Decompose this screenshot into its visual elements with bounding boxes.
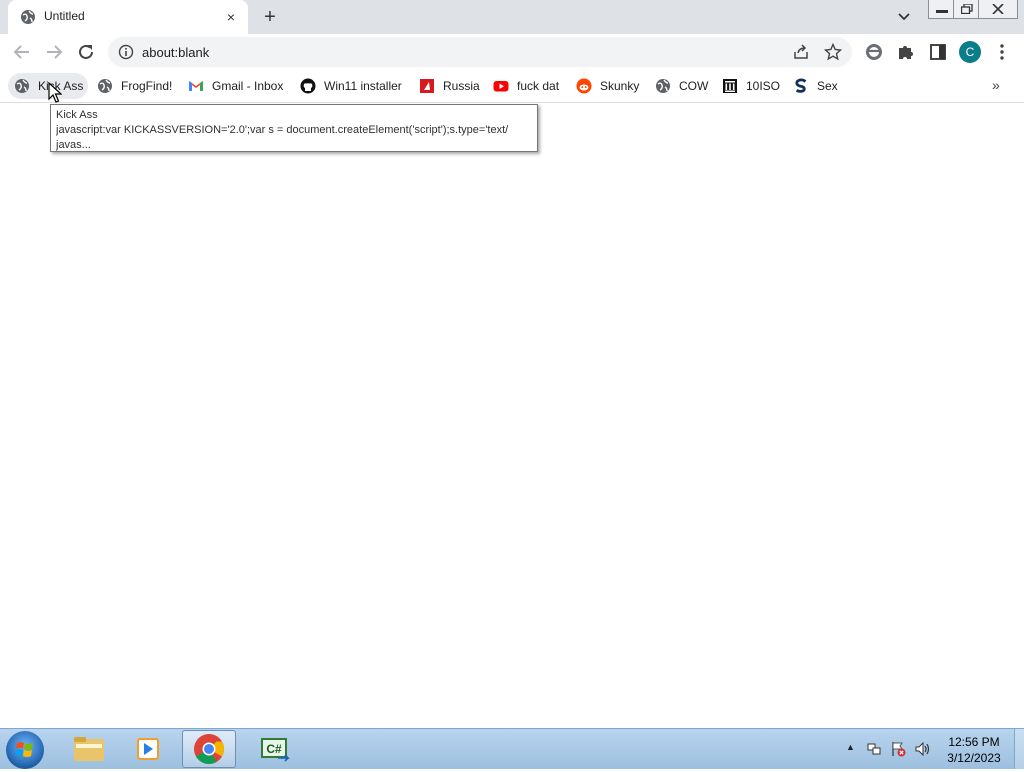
extension-face-icon[interactable] (864, 42, 884, 62)
extensions-puzzle-icon[interactable] (896, 42, 916, 62)
volume-icon[interactable] (914, 741, 930, 757)
info-icon[interactable] (118, 44, 134, 60)
bookmark-frogfind[interactable]: FrogFind! (91, 73, 177, 99)
bookmark-star-icon[interactable] (824, 43, 842, 61)
globe-icon (656, 79, 670, 93)
bookmark-fuck-dat[interactable]: fuck dat (487, 73, 567, 99)
building-icon (723, 79, 737, 93)
address-bar[interactable]: about:blank (108, 37, 852, 67)
network-icon[interactable] (866, 741, 882, 757)
folder-icon (74, 737, 104, 761)
close-window-button[interactable] (978, 0, 1018, 19)
taskbar-file-explorer[interactable] (62, 730, 116, 768)
restore-icon (961, 4, 973, 14)
share-icon[interactable] (792, 43, 810, 61)
taskbar: C# ▲ 12:56 PM 3/12/2023 (0, 728, 1024, 769)
bookmark-label: Russia (443, 79, 480, 93)
bookmark-label: COW (679, 79, 709, 93)
bookmark-gmail-inbox[interactable]: Gmail - Inbox (182, 73, 290, 99)
taskbar-clock[interactable]: 12:56 PM 3/12/2023 (938, 734, 1010, 766)
globe-icon (21, 10, 35, 24)
minimize-icon (936, 10, 948, 13)
side-panel-icon[interactable] (928, 42, 948, 62)
bookmark-skunky[interactable]: Skunky (570, 73, 646, 99)
bookmark-label: Win11 installer (324, 79, 402, 93)
bookmark-win11-installer[interactable]: Win11 installer (294, 73, 410, 99)
tab-strip: Untitled × + (0, 0, 1024, 34)
start-button[interactable] (6, 731, 44, 769)
tab-title: Untitled (44, 9, 85, 23)
tray-overflow-button[interactable]: ▲ (846, 742, 855, 752)
bookmarks-bar: Kick Ass FrogFind! Gmail - Inbox Win11 i… (0, 70, 1024, 103)
back-icon[interactable] (10, 40, 34, 64)
github-icon (300, 78, 316, 94)
clock-date: 3/12/2023 (947, 751, 1001, 765)
bookmark-10iso[interactable]: 10ISO (716, 73, 784, 99)
chrome-icon (194, 734, 225, 765)
mouse-cursor-icon (48, 82, 62, 103)
close-icon (992, 4, 1004, 14)
reload-icon[interactable] (74, 40, 98, 64)
svg-text:C#: C# (266, 742, 282, 756)
page-content[interactable] (0, 103, 1024, 728)
toolbar: about:blank C (0, 34, 1024, 70)
tab-search-chevron-icon[interactable] (894, 8, 914, 26)
bookmarks-overflow-button[interactable]: » (992, 77, 1000, 93)
tab-close-button[interactable]: × (222, 8, 240, 26)
globe-icon (98, 79, 112, 93)
restore-button[interactable] (953, 0, 981, 19)
forward-icon[interactable] (42, 40, 66, 64)
s-logo-icon (795, 78, 807, 93)
taskbar-media-player[interactable] (122, 730, 176, 768)
gmail-icon (189, 81, 203, 91)
bookmark-label: Gmail - Inbox (212, 79, 284, 93)
more-menu-icon[interactable] (996, 42, 1008, 62)
profile-avatar[interactable]: C (959, 41, 981, 63)
new-tab-button[interactable]: + (258, 6, 282, 28)
media-player-icon (137, 738, 159, 760)
csharp-icon: C# (261, 738, 290, 762)
youtube-icon (493, 81, 509, 92)
bookmark-sex[interactable]: Sex (787, 73, 843, 99)
windows-logo-icon (15, 742, 33, 757)
clock-time: 12:56 PM (948, 735, 1000, 749)
taskbar-chrome[interactable] (182, 730, 236, 768)
action-center-flag-icon[interactable] (890, 741, 906, 757)
bookmark-cow[interactable]: COW (649, 73, 713, 99)
red-square-icon (420, 79, 434, 93)
bookmark-label: Skunky (600, 79, 640, 93)
bookmark-label: fuck dat (517, 79, 560, 93)
bookmark-russia[interactable]: Russia (413, 73, 483, 99)
minimize-button[interactable] (928, 0, 956, 19)
show-desktop-button[interactable] (1014, 729, 1024, 769)
bookmark-label: Sex (817, 79, 838, 93)
reddit-icon (576, 78, 592, 94)
globe-icon (15, 79, 29, 93)
taskbar-csharp-ide[interactable]: C# (248, 730, 302, 768)
bookmark-label: FrogFind! (121, 79, 173, 93)
url-text[interactable]: about:blank (142, 45, 209, 60)
tab-untitled[interactable]: Untitled × (8, 0, 248, 34)
bookmark-label: 10ISO (746, 79, 781, 93)
